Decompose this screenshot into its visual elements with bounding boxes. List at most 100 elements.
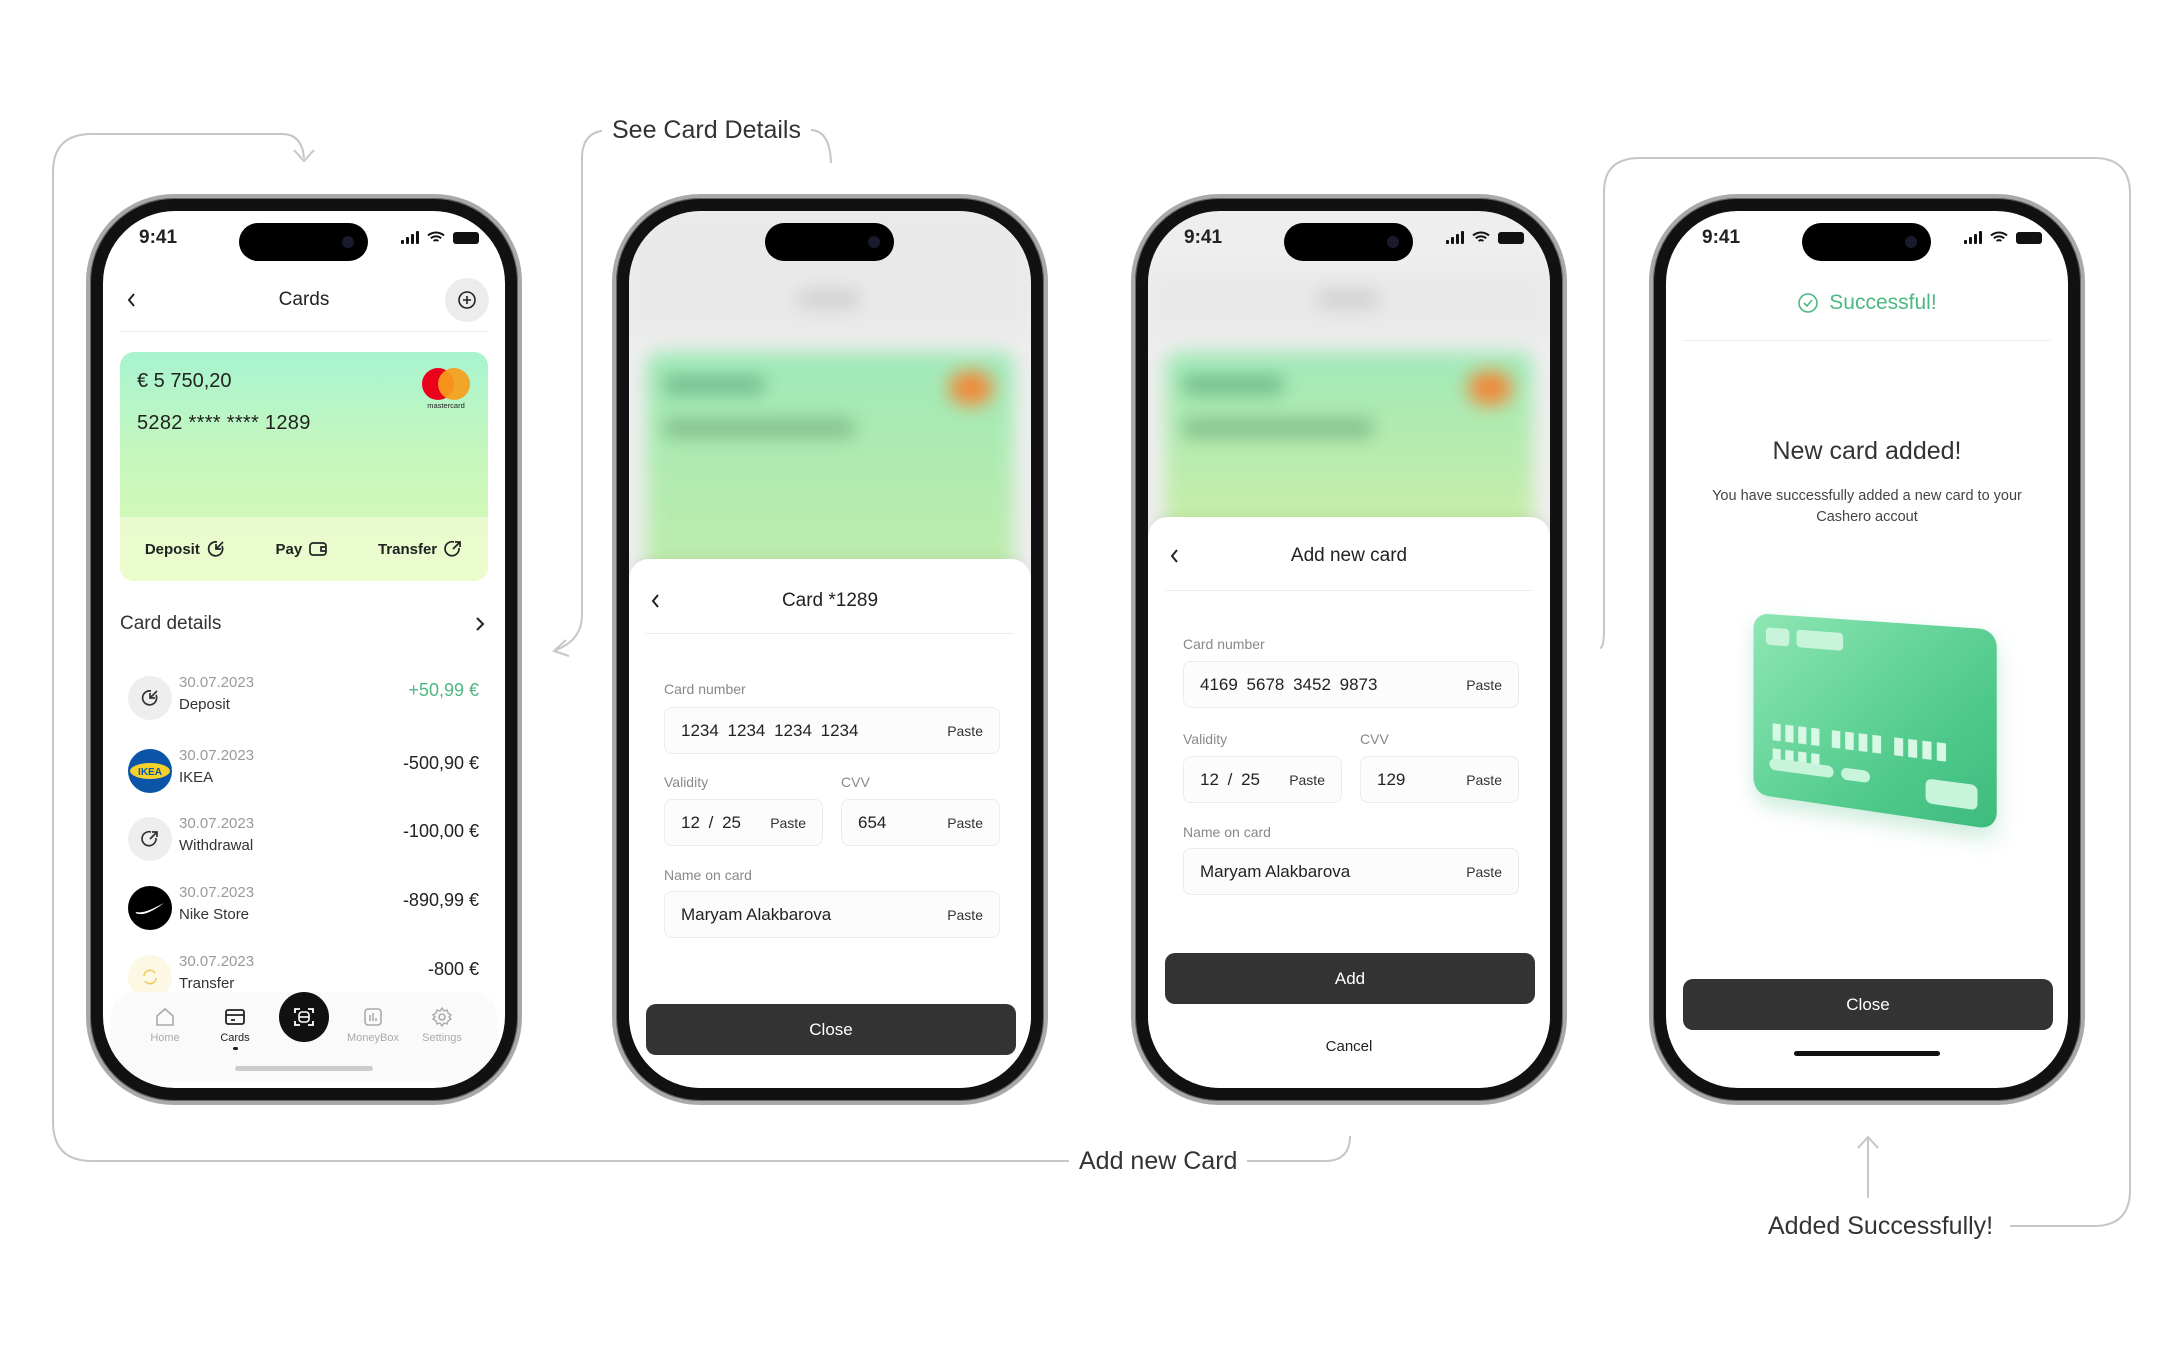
sheet-divider [1165, 590, 1533, 591]
paste-button[interactable]: Paste [1466, 864, 1502, 880]
transaction-row[interactable]: 30.07.2023 Deposit +50,99 € [103, 668, 505, 728]
card-icon [225, 1009, 245, 1025]
transaction-amount: -500,90 € [402, 753, 479, 773]
deposit-button[interactable]: Deposit [145, 539, 226, 559]
nav-home[interactable]: Home [130, 1006, 200, 1044]
nav-settings[interactable]: Settings [407, 1006, 477, 1044]
name-on-card-field[interactable]: Maryam Alakbarova Paste [1183, 848, 1519, 895]
cards-screen: 9:41 Cards € 5 750,20 5282 **** **** 128… [103, 211, 505, 1088]
card-detail-screen: Card *1289 Card number 1234 1234 1234 12… [629, 211, 1031, 1088]
gear-icon [431, 1006, 453, 1028]
withdrawal-icon [128, 817, 172, 861]
flow-line-details-right [809, 129, 832, 164]
nav-scan-button[interactable] [279, 992, 329, 1042]
card-number: 5282 **** **** 1289 [137, 412, 311, 434]
flow-line-details [555, 129, 611, 651]
wifi-icon [1472, 231, 1490, 242]
transaction-row[interactable]: 30.07.2023 Nike Store -890,99 € [103, 878, 505, 938]
annotation-see-card-details: See Card Details [602, 115, 811, 145]
status-icons [1964, 231, 2042, 244]
bank-card[interactable]: € 5 750,20 5282 **** **** 1289 mastercar… [120, 352, 488, 581]
paste-button[interactable]: Paste [770, 815, 806, 831]
name-on-card-field[interactable]: Maryam Alakbarova Paste [664, 891, 1000, 938]
plus-circle-icon [458, 291, 476, 309]
credit-card-illustration: ▮▮▮▮ ▮▮▮▮ ▮▮▮▮ ▮▮▮▮ [1753, 613, 1997, 830]
status-time: 9:41 [1702, 227, 1741, 248]
scan-icon [294, 1008, 314, 1026]
transaction-date: 30.07.2023 [179, 674, 255, 691]
success-title: New card added! [1772, 437, 1962, 465]
paste-button[interactable]: Paste [1466, 772, 1502, 788]
transaction-row[interactable]: IKEA 30.07.2023 IKEA -500,90 € [103, 741, 505, 801]
phone-success-screen: 9:41 Successful! New card added! You hav… [1649, 194, 2085, 1105]
paste-button[interactable]: Paste [947, 723, 983, 739]
battery-icon [453, 231, 479, 244]
transaction-name: Deposit [179, 696, 230, 713]
cancel-button[interactable]: Cancel [1148, 1038, 1550, 1055]
chevron-right-icon [476, 617, 485, 631]
mastercard-logo: mastercard [420, 368, 472, 412]
signal-icon [1964, 231, 1982, 244]
card-number-label: Card number [1183, 636, 1265, 652]
add-card-button[interactable] [445, 278, 489, 322]
home-indicator [1794, 1051, 1940, 1056]
moneybox-icon [364, 1008, 382, 1026]
paste-button[interactable]: Paste [947, 815, 983, 831]
name-on-card-label: Name on card [664, 867, 752, 883]
transfer-arrow-icon [444, 540, 461, 557]
header-divider [1683, 340, 2051, 341]
nav-cards[interactable]: Cards [200, 1006, 270, 1050]
battery-icon [1498, 231, 1524, 244]
home-icon [156, 1007, 174, 1026]
paste-button[interactable]: Paste [1289, 772, 1325, 788]
close-button[interactable]: Close [1683, 979, 2053, 1030]
dynamic-island [1802, 223, 1931, 261]
card-details-label: Card details [120, 613, 222, 634]
annotation-add-new-card: Add new Card [1069, 1146, 1248, 1176]
paste-button[interactable]: Paste [947, 907, 983, 923]
transaction-amount: -890,99 € [402, 890, 479, 910]
transaction-name: Withdrawal [179, 837, 254, 854]
success-status: Successful! [1666, 291, 2068, 315]
card-actions: Deposit Pay Transfer [120, 517, 488, 581]
status-icons [401, 231, 479, 244]
wallet-icon [309, 542, 328, 556]
header-divider [120, 331, 488, 332]
deposit-arrow-icon [207, 541, 224, 557]
dynamic-island [765, 223, 894, 261]
transfer-button[interactable]: Transfer [378, 539, 463, 559]
sheet-title: Card *1289 [781, 590, 879, 611]
cvv-field[interactable]: 654 Paste [841, 799, 1000, 846]
name-on-card-label: Name on card [1183, 824, 1271, 840]
nike-logo [128, 886, 172, 930]
nav-moneybox[interactable]: MoneyBox [338, 1006, 408, 1044]
cvv-label: CVV [841, 774, 870, 790]
check-circle-icon [1798, 293, 1819, 313]
status-icons [1446, 231, 1524, 244]
add-card-sheet: Add new card Card number 4169 5678 3452 … [1148, 517, 1550, 1088]
card-number-field[interactable]: 4169 5678 3452 9873 Paste [1183, 661, 1519, 708]
cvv-label: CVV [1360, 731, 1389, 747]
close-button[interactable]: Close [646, 1004, 1016, 1055]
signal-icon [401, 231, 419, 244]
transaction-row[interactable]: 30.07.2023 Withdrawal -100,00 € [103, 809, 505, 869]
card-number-field[interactable]: 1234 1234 1234 1234 Paste [664, 707, 1000, 754]
validity-field[interactable]: 12 / 25 Paste [1183, 756, 1342, 803]
success-description: You have successfully added a new card t… [1712, 488, 2022, 525]
pay-button[interactable]: Pay [276, 540, 329, 558]
dynamic-island [1284, 223, 1413, 261]
transaction-date: 30.07.2023 [179, 815, 255, 832]
dynamic-island [239, 223, 368, 261]
validity-label: Validity [664, 774, 709, 790]
validity-field[interactable]: 12 / 25 Paste [664, 799, 823, 846]
paste-button[interactable]: Paste [1466, 677, 1502, 693]
card-balance: € 5 750,20 [137, 370, 232, 392]
phone-cards-screen: 9:41 Cards € 5 750,20 5282 **** **** 128… [86, 194, 522, 1105]
signal-icon [1446, 231, 1464, 244]
card-details-link[interactable]: Card details [120, 611, 490, 639]
transaction-amount: -800 € [427, 959, 479, 979]
deposit-icon [128, 676, 172, 720]
add-button[interactable]: Add [1165, 953, 1535, 1004]
flow-line-add [1240, 1135, 1351, 1162]
cvv-field[interactable]: 129 Paste [1360, 756, 1519, 803]
